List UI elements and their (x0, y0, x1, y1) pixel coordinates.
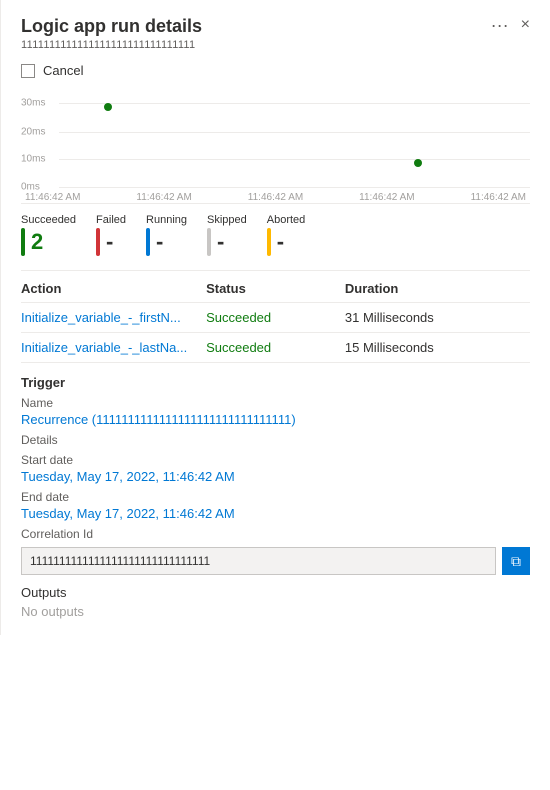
grid-label-10ms: 10ms (21, 154, 45, 165)
grid-label-0ms: 0ms (21, 181, 40, 192)
time-label-4: 11:46:42 AM (359, 192, 414, 203)
status-failed-label: Failed (96, 214, 126, 226)
col-action: Action (21, 281, 206, 296)
row2-duration: 15 Milliseconds (345, 340, 530, 355)
status-bar-aborted (267, 228, 271, 256)
status-aborted-label: Aborted (267, 214, 306, 226)
time-label-5: 11:46:42 AM (471, 192, 526, 203)
row1-duration: 31 Milliseconds (345, 310, 530, 325)
name-label: Name (21, 396, 530, 410)
time-label-1: 11:46:42 AM (25, 192, 80, 203)
cancel-label: Cancel (43, 63, 83, 78)
panel-subtitle: 1111111111111111111111111111111 (21, 39, 202, 51)
grid-label-30ms: 30ms (21, 97, 45, 108)
status-row: Succeeded 2 Failed - Running - Skipped (21, 214, 530, 256)
correlation-label: Correlation Id (21, 527, 530, 541)
table-row[interactable]: Initialize_variable_-_lastNa... Succeede… (21, 333, 530, 363)
outputs-label: Outputs (21, 585, 530, 600)
status-running: Running - (146, 214, 187, 256)
panel-title: Logic app run details (21, 16, 202, 37)
chart-dot-2 (414, 159, 422, 167)
time-axis: 11:46:42 AM 11:46:42 AM 11:46:42 AM 11:4… (21, 192, 530, 203)
grid-label-20ms: 20ms (21, 127, 45, 138)
copy-icon: ⧉ (511, 553, 521, 570)
status-skipped-label: Skipped (207, 214, 247, 226)
status-bar-running (146, 228, 150, 256)
status-failed-value: - (106, 231, 113, 253)
details-label: Details (21, 433, 530, 447)
correlation-input[interactable] (21, 547, 496, 575)
trigger-name-value[interactable]: Recurrence (1111111111111111111111111111… (21, 412, 530, 427)
status-skipped-value: - (217, 231, 224, 253)
time-label-2: 11:46:42 AM (136, 192, 191, 203)
status-aborted-value: - (277, 231, 284, 253)
status-running-value: - (156, 231, 163, 253)
table-row[interactable]: Initialize_variable_-_firstN... Succeede… (21, 303, 530, 333)
row2-status: Succeeded (206, 340, 345, 355)
col-status: Status (206, 281, 345, 296)
status-skipped: Skipped - (207, 214, 247, 256)
col-duration: Duration (345, 281, 530, 296)
no-outputs: No outputs (21, 604, 530, 619)
status-succeeded-value: 2 (31, 231, 43, 253)
correlation-row: ⧉ (21, 547, 530, 575)
copy-button[interactable]: ⧉ (502, 547, 530, 575)
chart-area: 30ms 20ms 10ms 0ms 11:46:42 AM 11:46:42 … (21, 94, 530, 204)
close-button[interactable]: × (521, 17, 530, 33)
status-bar-failed (96, 228, 100, 256)
row2-action[interactable]: Initialize_variable_-_lastNa... (21, 340, 206, 355)
status-succeeded-label: Succeeded (21, 214, 76, 226)
status-aborted: Aborted - (267, 214, 306, 256)
start-date-label: Start date (21, 453, 530, 467)
start-date-value: Tuesday, May 17, 2022, 11:46:42 AM (21, 469, 530, 484)
ellipsis-button[interactable]: ··· (491, 16, 509, 34)
trigger-heading: Trigger (21, 375, 530, 390)
time-label-3: 11:46:42 AM (248, 192, 303, 203)
cancel-checkbox[interactable] (21, 64, 35, 78)
status-succeeded: Succeeded 2 (21, 214, 76, 256)
end-date-value: Tuesday, May 17, 2022, 11:46:42 AM (21, 506, 530, 521)
row1-action[interactable]: Initialize_variable_-_firstN... (21, 310, 206, 325)
status-bar-succeeded (21, 228, 25, 256)
status-bar-skipped (207, 228, 211, 256)
end-date-label: End date (21, 490, 530, 504)
chart-dot-1 (104, 103, 112, 111)
row1-status: Succeeded (206, 310, 345, 325)
status-failed: Failed - (96, 214, 126, 256)
table-header: Action Status Duration (21, 275, 530, 303)
status-running-label: Running (146, 214, 187, 226)
